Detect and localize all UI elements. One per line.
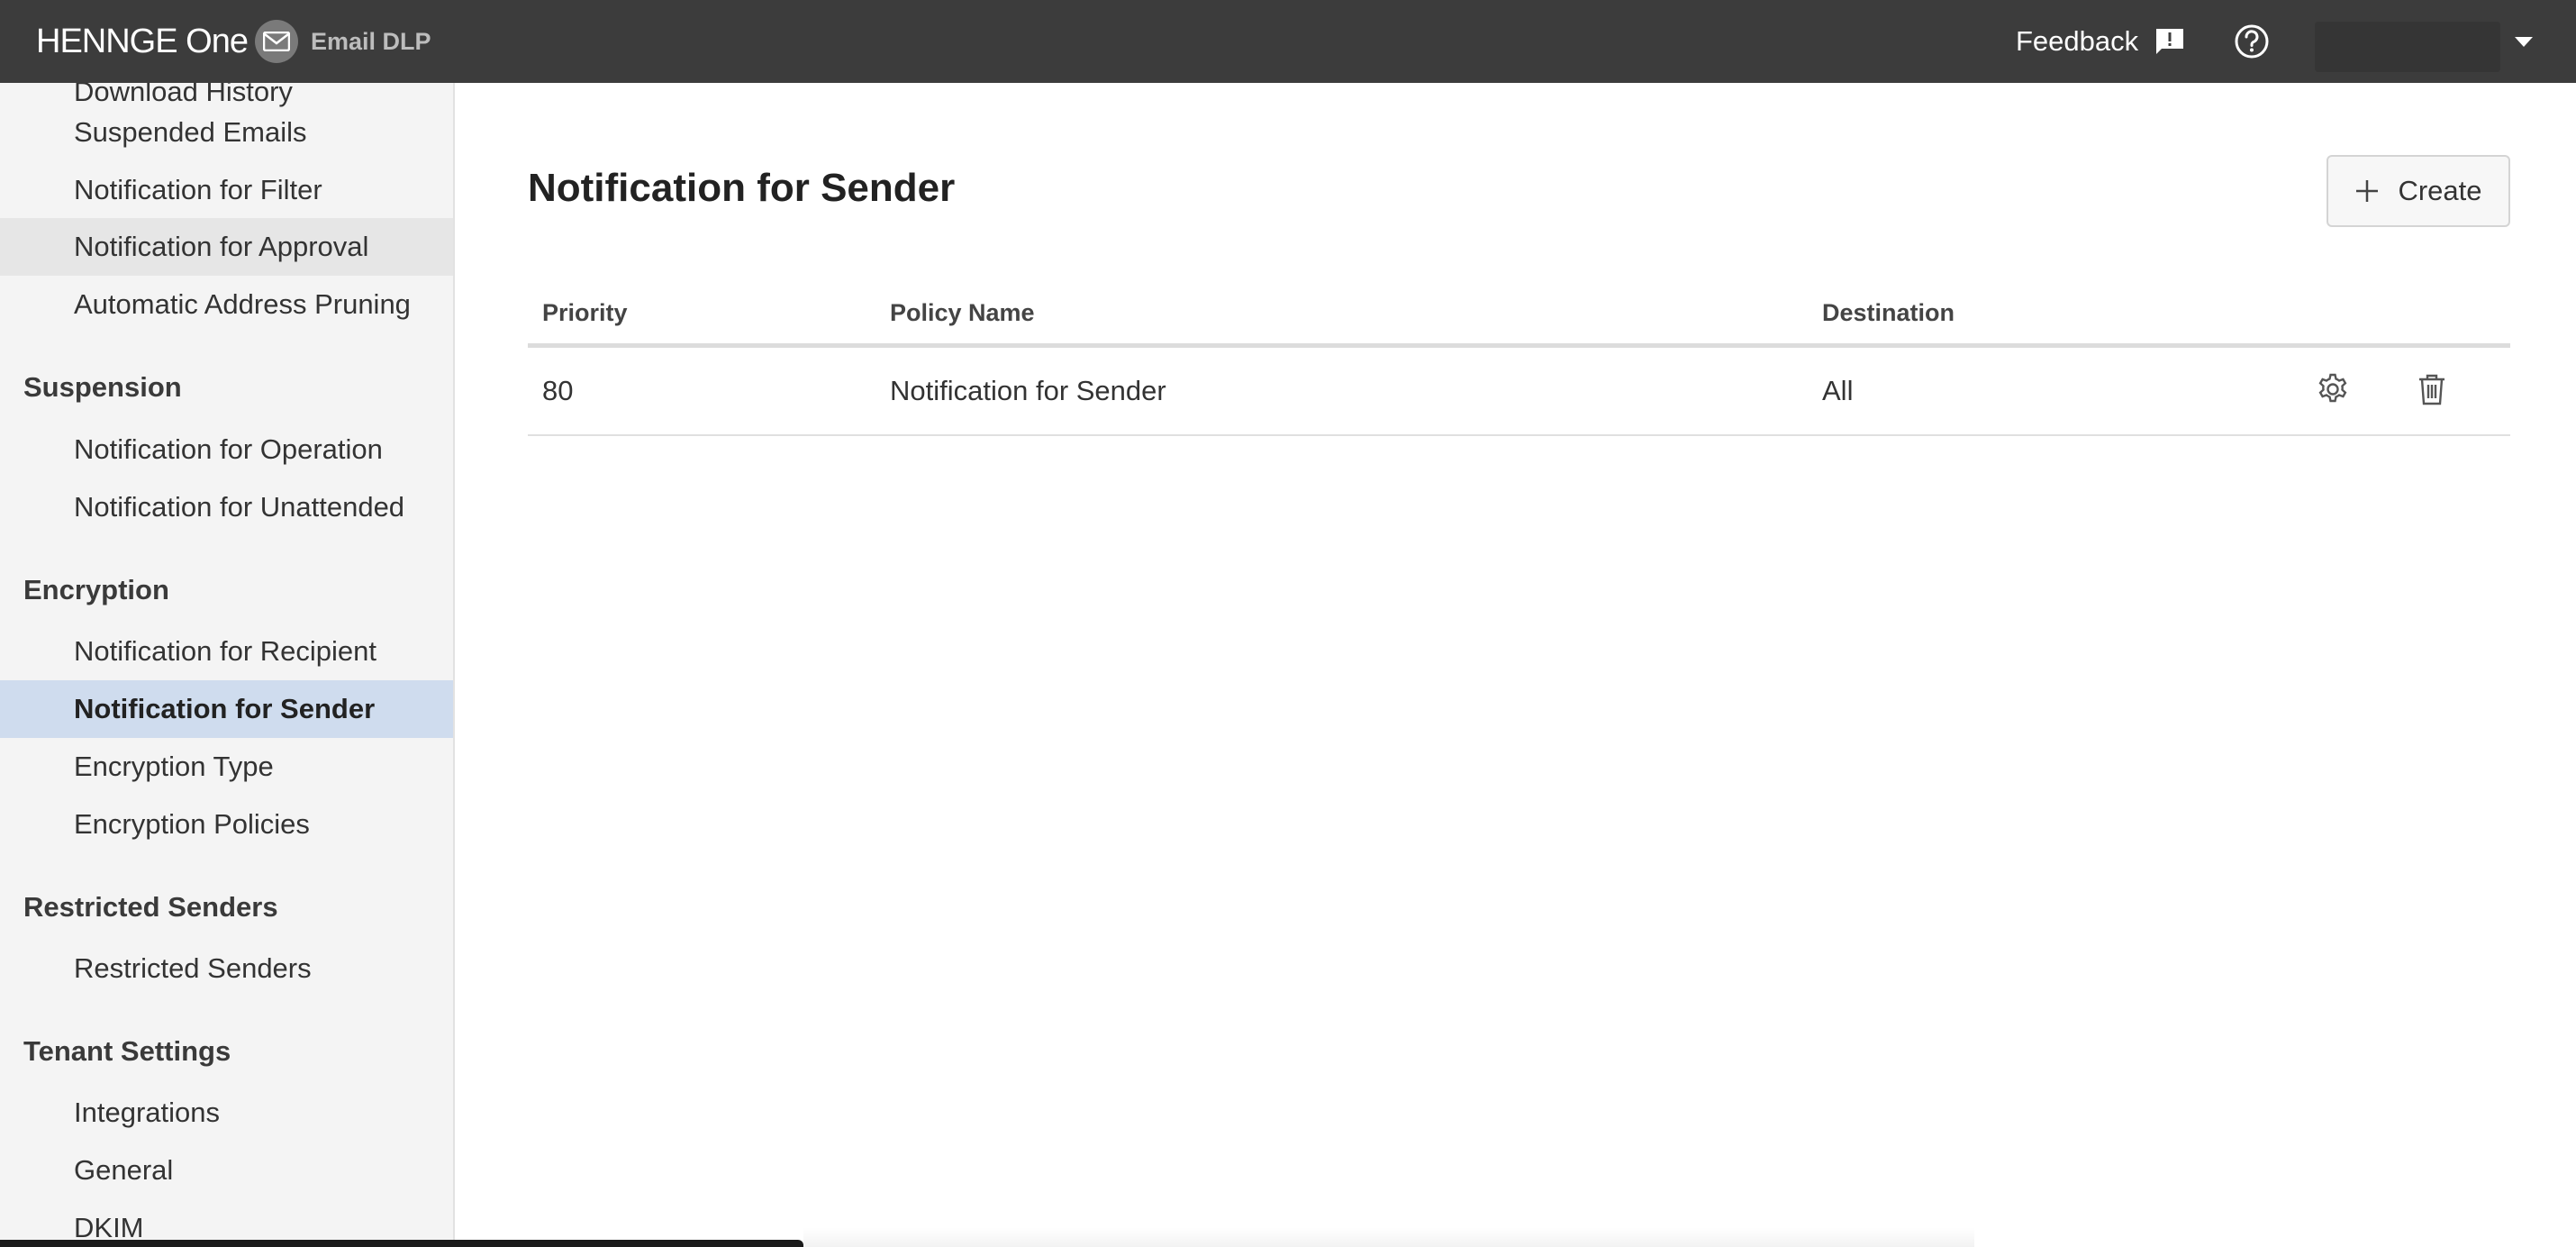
brand[interactable]: HENNGE One Email DLP: [36, 18, 431, 65]
page-title: Notification for Sender: [528, 166, 956, 210]
envelope-icon: [254, 20, 298, 63]
top-bar: HENNGE One Email DLP Feedback: [0, 0, 2576, 83]
section-title-tenant-settings: Tenant Settings: [23, 1035, 231, 1067]
sidebar-item-restricted-senders[interactable]: Restricted Senders: [0, 940, 453, 997]
create-button[interactable]: Create: [2327, 155, 2510, 227]
feedback-button[interactable]: Feedback: [2016, 20, 2185, 63]
sidebar-item-label: Notification for Recipient: [74, 635, 376, 667]
cell-policy-name: Notification for Sender: [890, 375, 1166, 406]
sidebar-item-notification-for-recipient[interactable]: Notification for Recipient: [0, 623, 453, 680]
sidebar-item-label: Suspended Emails: [74, 116, 307, 148]
table-header: Priority Policy Name Destination: [528, 283, 2510, 348]
sidebar-item-notification-for-unattended[interactable]: Notification for Unattended: [0, 478, 453, 536]
product-name: Email DLP: [310, 27, 431, 55]
section-title-restricted-senders: Restricted Senders: [23, 891, 278, 923]
section-title-encryption: Encryption: [23, 574, 169, 605]
sidebar-item-suspended-emails[interactable]: Suspended Emails: [0, 104, 453, 161]
feedback-icon: [2156, 29, 2184, 54]
sidebar-item-encryption-policies[interactable]: Encryption Policies: [0, 796, 453, 853]
horizontal-scrollbar[interactable]: [0, 1240, 803, 1247]
sidebar-item-label: Notification for Sender: [74, 693, 376, 724]
feedback-label: Feedback: [2016, 25, 2139, 57]
sidebar-item-notification-for-operation[interactable]: Notification for Operation: [0, 421, 453, 478]
sidebar-item-notification-for-filter[interactable]: Notification for Filter: [0, 161, 453, 219]
brand-logo: HENNGE One: [36, 22, 249, 60]
sidebar-item-label: Automatic Address Pruning: [74, 288, 411, 320]
sidebar-item-general[interactable]: General: [0, 1142, 453, 1199]
cell-destination: All: [1822, 375, 1854, 406]
column-header-destination[interactable]: Destination: [1822, 299, 1955, 327]
sidebar-item-label: General: [74, 1154, 174, 1186]
gear-icon[interactable]: [2315, 371, 2351, 407]
sidebar-item-label: Restricted Senders: [74, 952, 312, 984]
trash-icon[interactable]: [2414, 371, 2450, 407]
sidebar-item-encryption-type[interactable]: Encryption Type: [0, 738, 453, 796]
sidebar-item-integrations[interactable]: Integrations: [0, 1084, 453, 1142]
sidebar: Download History Suspended Emails Notifi…: [0, 83, 455, 1247]
sidebar-item-automatic-address-pruning[interactable]: Automatic Address Pruning: [0, 276, 453, 333]
create-button-label: Create: [2398, 175, 2482, 206]
sidebar-item-notification-for-approval[interactable]: Notification for Approval: [0, 218, 453, 276]
sidebar-item-label: Notification for Approval: [74, 231, 369, 262]
help-icon[interactable]: [2232, 22, 2272, 61]
sidebar-item-notification-for-sender[interactable]: Notification for Sender: [0, 680, 453, 738]
sidebar-item-label: Encryption Policies: [74, 808, 310, 840]
column-header-priority[interactable]: Priority: [542, 299, 628, 327]
column-header-policy-name[interactable]: Policy Name: [890, 299, 1035, 327]
sidebar-item-label: Notification for Operation: [74, 433, 383, 465]
sidebar-item-label: Notification for Unattended: [74, 491, 405, 523]
section-title-suspension: Suspension: [23, 371, 182, 403]
sidebar-item-label: Integrations: [74, 1097, 220, 1128]
sidebar-item-label: Notification for Filter: [74, 174, 322, 205]
account-menu[interactable]: [2315, 22, 2500, 72]
sidebar-item-label: Encryption Type: [74, 751, 274, 782]
cell-priority: 80: [542, 375, 574, 406]
chevron-down-icon[interactable]: [2513, 32, 2535, 50]
policy-table: Priority Policy Name Destination 80 Noti…: [528, 283, 2510, 436]
bottom-shadow: [803, 1227, 1974, 1247]
plus-icon: [2356, 180, 2379, 202]
table-row[interactable]: 80 Notification for Sender All: [528, 348, 2510, 436]
